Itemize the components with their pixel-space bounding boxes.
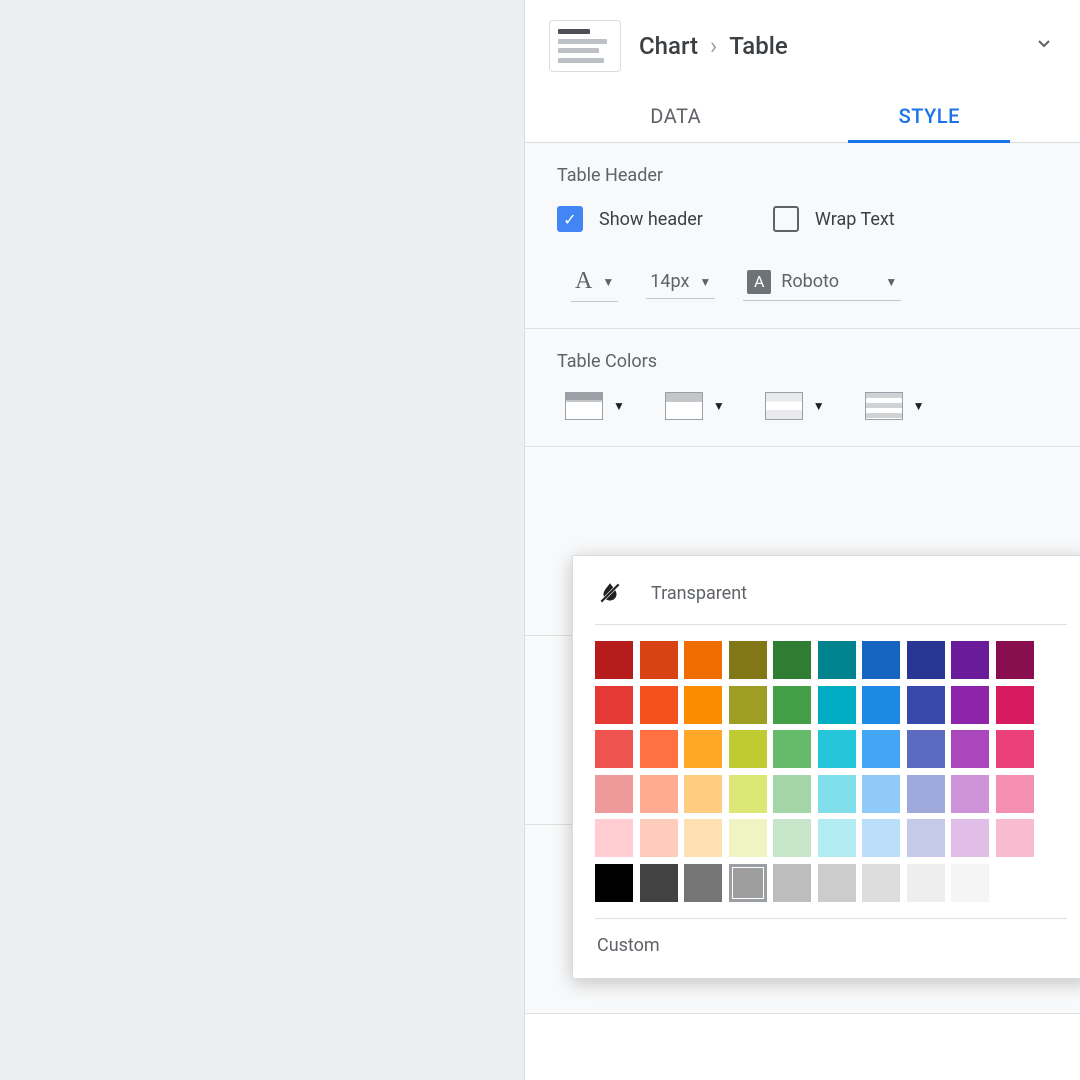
caret-down-icon: ▼ [885, 275, 897, 289]
color-swatch[interactable] [951, 775, 989, 813]
caret-down-icon: ▼ [699, 275, 711, 289]
color-swatch[interactable] [640, 730, 678, 768]
color-swatch[interactable] [996, 864, 1034, 902]
chevron-right-icon: › [710, 32, 717, 60]
color-swatch[interactable] [996, 775, 1034, 813]
breadcrumb-current: Table [729, 32, 787, 60]
color-swatch[interactable] [773, 819, 811, 857]
transparent-option[interactable]: Transparent [595, 576, 1067, 625]
color-swatch[interactable] [684, 819, 722, 857]
color-swatch[interactable] [818, 686, 856, 724]
color-swatch[interactable] [729, 686, 767, 724]
panel-header: Chart › Table [525, 0, 1080, 80]
color-swatch[interactable] [729, 819, 767, 857]
color-swatch[interactable] [595, 864, 633, 902]
breadcrumb: Chart › Table [639, 32, 788, 60]
section-title: Table Header [557, 165, 1048, 186]
color-swatch[interactable] [595, 686, 633, 724]
color-swatch[interactable] [862, 730, 900, 768]
color-swatch[interactable] [773, 686, 811, 724]
color-grid [595, 625, 1067, 919]
color-swatch[interactable] [862, 641, 900, 679]
text-color-icon: A [575, 268, 592, 295]
table-color-4[interactable]: ▼ [865, 392, 925, 420]
color-swatch[interactable] [640, 864, 678, 902]
color-swatch[interactable] [818, 864, 856, 902]
section-title: Table Colors [557, 351, 1048, 372]
color-swatch[interactable] [862, 864, 900, 902]
color-swatch[interactable] [684, 641, 722, 679]
color-swatch[interactable] [773, 864, 811, 902]
caret-down-icon: ▼ [913, 399, 925, 413]
custom-color-button[interactable]: Custom [595, 919, 1067, 958]
breadcrumb-root[interactable]: Chart [639, 32, 698, 60]
font-icon: A [747, 270, 771, 294]
color-swatch[interactable] [729, 864, 767, 902]
color-swatch[interactable] [729, 730, 767, 768]
color-swatch[interactable] [951, 819, 989, 857]
transparent-icon [597, 580, 623, 606]
section-table-header: Table Header ✓ Show header Wrap Text A ▼… [525, 143, 1080, 329]
color-swatch[interactable] [684, 864, 722, 902]
color-swatch[interactable] [640, 819, 678, 857]
table-color-1[interactable]: ▼ [565, 392, 625, 420]
caret-down-icon: ▼ [602, 275, 614, 289]
color-swatch[interactable] [818, 641, 856, 679]
tab-style[interactable]: STYLE [803, 90, 1057, 142]
color-swatch[interactable] [684, 686, 722, 724]
color-swatch[interactable] [907, 641, 945, 679]
color-swatch[interactable] [907, 864, 945, 902]
color-swatch[interactable] [951, 686, 989, 724]
color-swatch[interactable] [996, 641, 1034, 679]
font-family-dropdown[interactable]: A Roboto ▼ [743, 268, 901, 301]
color-swatch[interactable] [595, 775, 633, 813]
color-swatch[interactable] [595, 730, 633, 768]
color-swatch[interactable] [951, 641, 989, 679]
caret-down-icon: ▼ [813, 399, 825, 413]
color-swatch[interactable] [773, 641, 811, 679]
color-swatch[interactable] [640, 686, 678, 724]
table-color-3[interactable]: ▼ [765, 392, 825, 420]
table-color-2[interactable]: ▼ [665, 392, 725, 420]
color-swatch[interactable] [684, 730, 722, 768]
caret-down-icon: ▼ [713, 399, 725, 413]
color-swatch[interactable] [907, 819, 945, 857]
color-swatch[interactable] [996, 686, 1034, 724]
color-swatch[interactable] [729, 641, 767, 679]
tab-bar: DATA STYLE [525, 90, 1080, 143]
color-picker-popover: Transparent Custom [572, 555, 1080, 979]
color-swatch[interactable] [907, 686, 945, 724]
color-swatch[interactable] [640, 775, 678, 813]
color-swatch[interactable] [951, 730, 989, 768]
checkbox-off-icon [773, 206, 799, 232]
caret-down-icon: ▼ [613, 399, 625, 413]
color-swatch[interactable] [773, 730, 811, 768]
color-swatch[interactable] [818, 730, 856, 768]
color-swatch[interactable] [595, 641, 633, 679]
color-swatch[interactable] [862, 686, 900, 724]
color-swatch[interactable] [818, 819, 856, 857]
font-color-dropdown[interactable]: A ▼ [571, 266, 618, 302]
color-swatch[interactable] [907, 775, 945, 813]
color-swatch[interactable] [951, 864, 989, 902]
color-swatch[interactable] [862, 775, 900, 813]
checkbox-wrap-text[interactable]: Wrap Text [773, 206, 895, 232]
color-swatch[interactable] [996, 730, 1034, 768]
color-swatch[interactable] [640, 641, 678, 679]
color-swatch[interactable] [862, 819, 900, 857]
section-table-colors: Table Colors ▼ ▼ ▼ ▼ [525, 329, 1080, 447]
color-swatch[interactable] [729, 775, 767, 813]
color-swatch[interactable] [907, 730, 945, 768]
chart-type-icon [549, 20, 621, 72]
font-size-dropdown[interactable]: 14px ▼ [646, 269, 715, 299]
checkbox-on-icon: ✓ [557, 206, 583, 232]
tab-data[interactable]: DATA [549, 90, 803, 142]
color-swatch[interactable] [684, 775, 722, 813]
color-swatch[interactable] [818, 775, 856, 813]
color-swatch[interactable] [595, 819, 633, 857]
color-swatch[interactable] [996, 819, 1034, 857]
chevron-down-icon[interactable] [1032, 31, 1056, 61]
color-swatch[interactable] [773, 775, 811, 813]
checkbox-show-header[interactable]: ✓ Show header [557, 206, 703, 232]
